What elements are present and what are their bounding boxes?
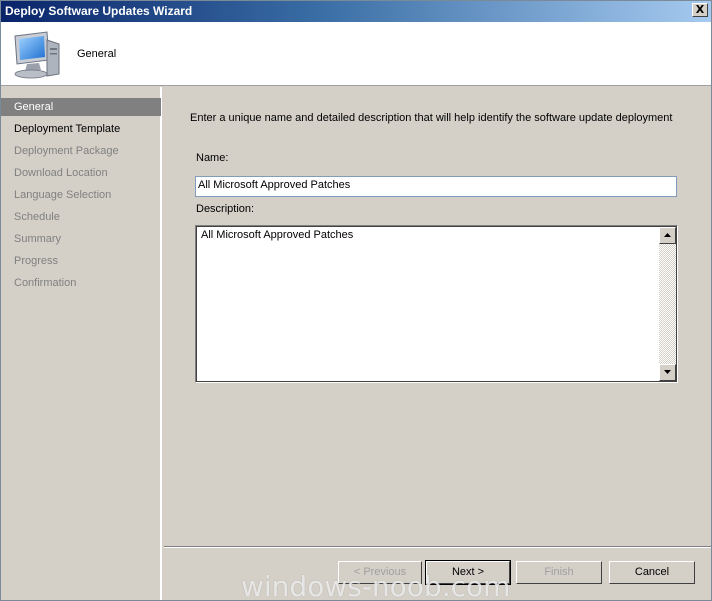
nav-item-download-location: Download Location bbox=[14, 167, 108, 179]
name-field[interactable]: All Microsoft Approved Patches bbox=[195, 176, 677, 197]
wizard-window: Deploy Software Updates Wizard X General… bbox=[0, 0, 712, 601]
arrow-down-icon bbox=[664, 370, 671, 374]
computer-icon bbox=[14, 31, 60, 79]
title-bar[interactable]: Deploy Software Updates Wizard X bbox=[1, 1, 711, 22]
description-text: All Microsoft Approved Patches bbox=[201, 229, 354, 241]
description-label: Description: bbox=[196, 203, 255, 215]
wizard-steps-nav: General Deployment Template Deployment P… bbox=[1, 87, 162, 600]
nav-item-schedule: Schedule bbox=[14, 211, 60, 223]
name-label: Name: bbox=[196, 152, 229, 164]
close-button[interactable]: X bbox=[692, 3, 708, 17]
nav-item-progress: Progress bbox=[14, 255, 59, 267]
scroll-down-button[interactable] bbox=[659, 364, 676, 381]
finish-button[interactable]: Finish bbox=[516, 561, 602, 584]
nav-item-confirmation: Confirmation bbox=[14, 277, 77, 289]
nav-item-deployment-package: Deployment Package bbox=[14, 145, 119, 157]
description-field[interactable]: All Microsoft Approved Patches bbox=[195, 225, 678, 383]
cancel-button[interactable]: Cancel bbox=[609, 561, 695, 584]
wizard-header: General bbox=[1, 22, 711, 86]
watermark: windows-noob.com bbox=[241, 570, 511, 601]
nav-item-language-selection: Language Selection bbox=[14, 189, 112, 201]
close-icon: X bbox=[695, 3, 705, 16]
arrow-up-icon bbox=[664, 233, 671, 237]
description-scrollbar[interactable] bbox=[659, 227, 676, 381]
general-page: Enter a unique name and detailed descrip… bbox=[164, 87, 711, 547]
footer-divider bbox=[164, 546, 711, 548]
window-title: Deploy Software Updates Wizard bbox=[5, 4, 193, 18]
nav-item-summary: Summary bbox=[14, 233, 62, 245]
header-title: General bbox=[77, 48, 117, 60]
instruction-text: Enter a unique name and detailed descrip… bbox=[190, 112, 673, 124]
nav-item-general[interactable]: General bbox=[1, 98, 161, 116]
scroll-up-button[interactable] bbox=[659, 227, 676, 244]
nav-item-deployment-template[interactable]: Deployment Template bbox=[1, 120, 161, 138]
